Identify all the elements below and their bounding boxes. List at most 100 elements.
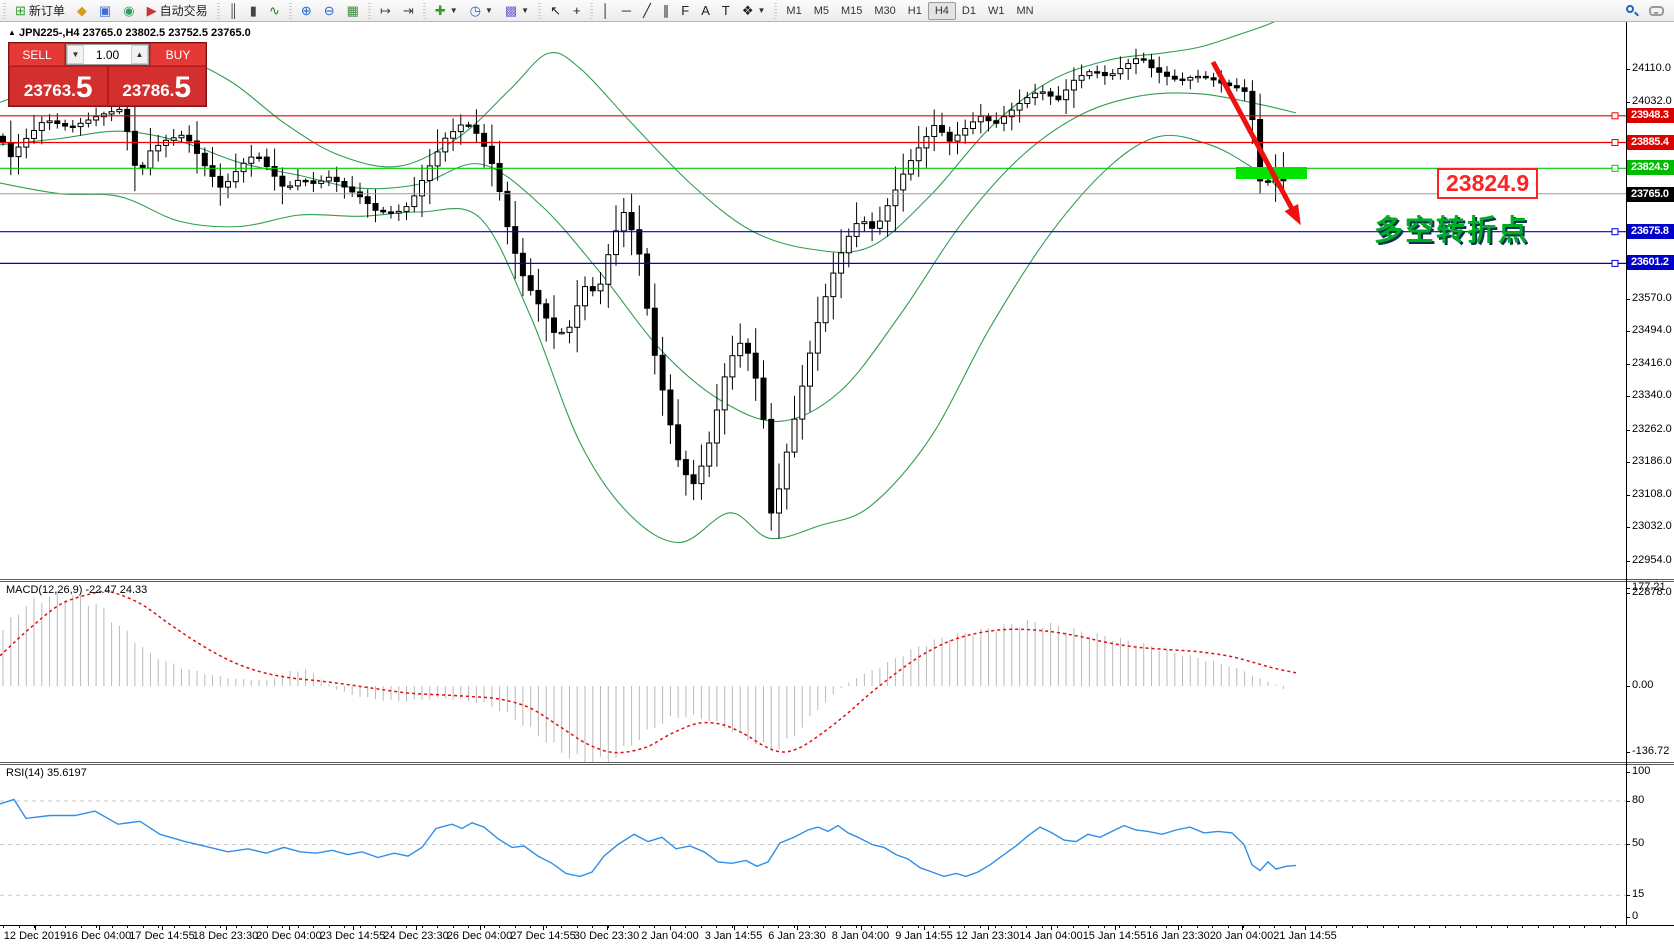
autotrading-button[interactable]: ▶自动交易	[141, 1, 214, 21]
line-anchor-marker[interactable]	[1612, 229, 1618, 235]
volume-input[interactable]	[84, 45, 131, 64]
bear-candle	[1157, 68, 1162, 73]
trend-arrow[interactable]	[1213, 62, 1298, 220]
timeframe-m30-button[interactable]: M30	[868, 2, 901, 20]
time-minor-tick	[639, 926, 640, 928]
timeframe-h1-button[interactable]: H1	[902, 2, 928, 20]
bull-candle	[823, 297, 828, 323]
trendline-button[interactable]: ╱	[637, 1, 657, 21]
macd-chart[interactable]	[0, 582, 1626, 762]
templates-button[interactable]: ▩▼	[499, 1, 535, 21]
chart-shift-button[interactable]: ⇥	[397, 1, 420, 21]
charts-profile-button[interactable]: ▣	[93, 1, 117, 21]
line-anchor-marker[interactable]	[1612, 165, 1618, 171]
time-minor-tick	[406, 926, 407, 928]
toolbar-grip	[1, 3, 8, 19]
line-anchor-marker[interactable]	[1612, 113, 1618, 119]
bear-candle	[8, 143, 13, 157]
bull-candle	[16, 147, 21, 157]
dropdown-caret-icon[interactable]: ▼	[758, 6, 766, 15]
tile-windows-button[interactable]: ▦	[341, 1, 365, 21]
metaeditor-button[interactable]: ◆	[71, 1, 93, 21]
bear-candle	[1, 136, 6, 142]
navigator-button[interactable]: ◉	[117, 1, 140, 21]
crosshair-button[interactable]: +	[567, 1, 587, 21]
bull-candle	[1040, 92, 1045, 93]
price-pane[interactable]	[0, 22, 1626, 579]
candlestick-chart-button[interactable]: ▮	[244, 1, 263, 21]
auto-scroll-button[interactable]: ↦	[374, 1, 397, 21]
time-tick-label: 9 Jan 14:55	[895, 930, 953, 942]
price-callout-label[interactable]: 23824.9	[1437, 168, 1538, 199]
navigator-icon: ◉	[123, 1, 134, 21]
dropdown-caret-icon[interactable]: ▼	[521, 6, 529, 15]
zoom-in-button[interactable]: ⊕	[295, 1, 318, 21]
line-anchor-marker[interactable]	[1612, 260, 1618, 266]
bear-candle	[986, 116, 991, 120]
pivot-note-text[interactable]: 多空转折点	[1374, 207, 1529, 249]
time-minor-tick	[1367, 926, 1368, 928]
cursor-button[interactable]: ↖	[544, 1, 567, 21]
label-icon: T	[722, 1, 730, 21]
time-minor-tick	[515, 926, 516, 928]
sell-button[interactable]: SELL	[9, 43, 65, 66]
line-anchor-marker[interactable]	[1612, 140, 1618, 146]
fibonacci-button[interactable]: F	[675, 1, 695, 21]
rsi-chart[interactable]	[0, 765, 1626, 925]
bull-candle	[1118, 69, 1123, 74]
rsi-pane[interactable]	[0, 765, 1626, 925]
indicators-button[interactable]: ✚▼	[429, 1, 464, 21]
time-minor-tick	[1476, 926, 1477, 928]
timeframe-m1-button[interactable]: M1	[780, 2, 807, 20]
zoom-out-button[interactable]: ⊖	[318, 1, 341, 21]
time-minor-tick	[918, 926, 919, 928]
text-button[interactable]: A	[695, 1, 716, 21]
sell-price[interactable]: 23763. 5	[10, 67, 107, 105]
time-minor-tick	[1445, 926, 1446, 928]
search-icon[interactable]	[1625, 4, 1639, 18]
bull-candle	[1087, 72, 1092, 76]
buy-price[interactable]: 23786. 5	[109, 67, 206, 105]
bull-candle	[862, 222, 867, 224]
timeframe-m15-button[interactable]: M15	[835, 2, 868, 20]
dropdown-caret-icon[interactable]: ▼	[450, 6, 458, 15]
charts-profile-icon: ▣	[99, 1, 111, 21]
vertical-line-button[interactable]: │	[596, 1, 616, 21]
periods-button[interactable]: ◷▼	[464, 1, 499, 21]
bull-candle	[621, 213, 626, 231]
chat-icon[interactable]	[1649, 6, 1664, 16]
equidistant-channel-button[interactable]: ∥	[657, 1, 676, 21]
shapes-button[interactable]: ❖▼	[736, 1, 772, 21]
volume-decrease-button[interactable]: ▼	[67, 45, 84, 64]
chart-window[interactable]: ▲ JPN225-,H4 23765.0 23802.5 23752.5 237…	[0, 22, 1674, 945]
price-badge: 23824.9	[1627, 160, 1674, 175]
new-order-button[interactable]: ⊞新订单	[9, 1, 71, 21]
horizontal-line-button[interactable]: ─	[616, 1, 637, 21]
bear-candle	[1056, 96, 1061, 100]
price-tick-label: 23186.0	[1632, 455, 1672, 467]
buy-button[interactable]: BUY	[150, 43, 206, 66]
bear-candle	[1180, 79, 1185, 80]
macd-signal-line	[0, 591, 1296, 752]
price-tick	[1626, 495, 1630, 496]
bull-candle	[1188, 78, 1193, 81]
bear-candle	[202, 153, 207, 165]
line-chart-button[interactable]: ∿	[263, 1, 286, 21]
timeframe-h4-button[interactable]: H4	[928, 2, 956, 20]
timeframe-w1-button[interactable]: W1	[982, 2, 1011, 20]
dropdown-caret-icon[interactable]: ▼	[485, 6, 493, 15]
timeframe-m5-button[interactable]: M5	[808, 2, 835, 20]
candlestick-chart[interactable]	[0, 22, 1626, 579]
timeframe-d1-button[interactable]: D1	[956, 2, 982, 20]
collapse-triangle-icon[interactable]: ▲	[8, 28, 16, 37]
label-button[interactable]: T	[716, 1, 736, 21]
bull-candle	[831, 273, 836, 297]
bull-candle	[815, 323, 820, 354]
bar-chart-button[interactable]: ║	[223, 1, 244, 21]
timeframe-mn-button[interactable]: MN	[1010, 2, 1039, 20]
volume-stepper: ▼ ▲	[66, 44, 149, 65]
time-minor-tick	[360, 926, 361, 928]
time-minor-tick	[530, 926, 531, 928]
volume-increase-button[interactable]: ▲	[131, 45, 148, 64]
macd-pane[interactable]	[0, 582, 1626, 762]
